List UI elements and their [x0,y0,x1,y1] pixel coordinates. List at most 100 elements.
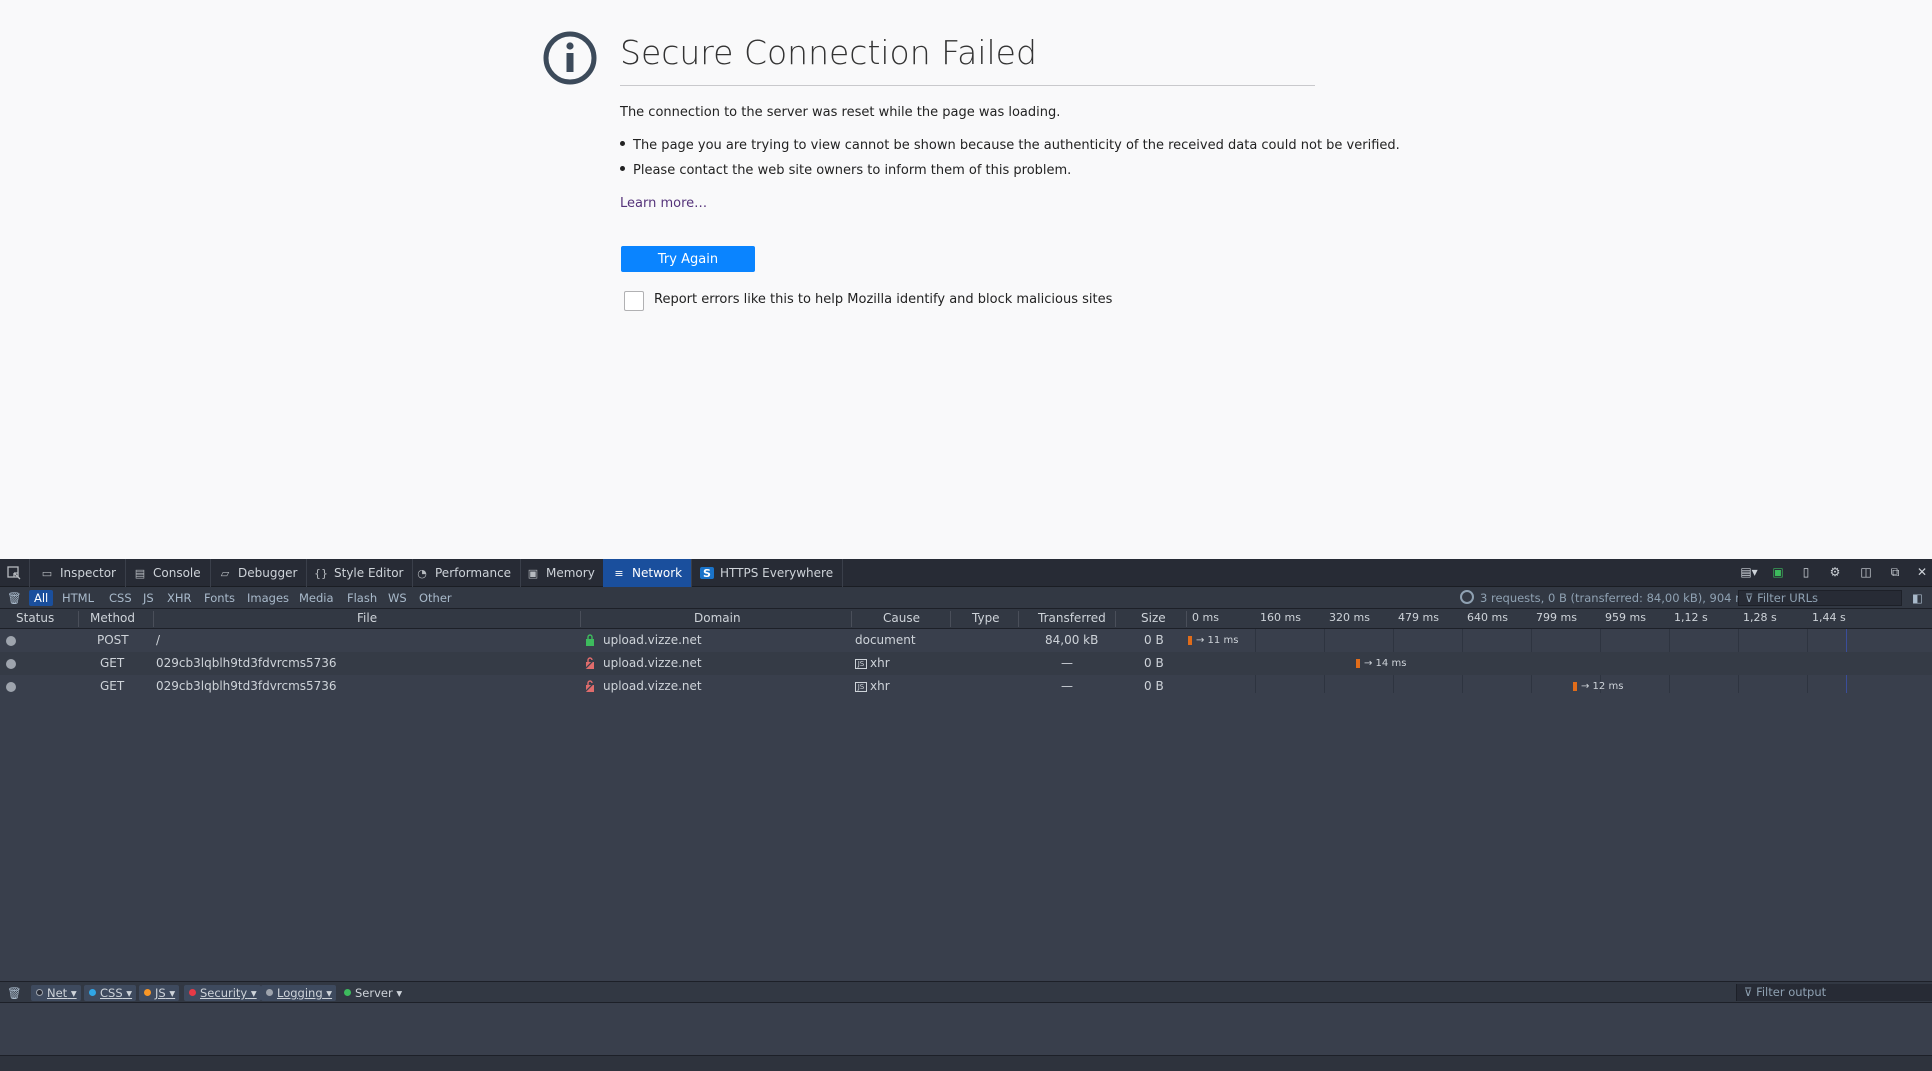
toggle-sidebar-icon[interactable]: ◧ [1910,590,1925,606]
performance-analysis-icon[interactable] [1460,590,1474,604]
status-dot [6,659,16,669]
timeline-tick: 479 ms [1398,611,1439,624]
tab-style-editor[interactable]: {} Style Editor [305,559,414,587]
network-filter-bar: 🗑 All HTML CSS JS XHR Fonts Images Media… [0,587,1932,609]
info-icon [543,31,597,85]
tab-network[interactable]: ≡ Network [603,559,693,587]
filter-css[interactable]: CSS [104,590,137,606]
column-divider [1115,611,1116,627]
logging-dot [266,989,273,996]
filter-flash[interactable]: Flash [342,590,382,606]
element-picker-icon [7,566,21,580]
col-domain[interactable]: Domain [694,611,741,625]
waterfall-timing: → 14 ms [1364,658,1407,669]
col-file[interactable]: File [357,611,377,625]
filter-js[interactable]: JS [138,590,159,606]
request-summary: 3 requests, 0 B (transferred: 84,00 kB),… [1480,591,1753,605]
filter-media[interactable]: Media [294,590,339,606]
filter-html[interactable]: HTML [57,590,99,606]
filter-all[interactable]: All [29,590,54,606]
console-filter-net[interactable]: Net ▾ [31,985,81,1001]
timeline-tick: 0 ms [1192,611,1219,624]
security-dot [189,989,196,996]
filter-label: Net [47,986,68,1000]
report-errors-checkbox[interactable] [624,291,644,311]
filter-urls-input[interactable]: ⊽ Filter URLs [1738,590,1902,606]
table-row[interactable]: GET 029cb3lqblh9td3fdvrcms5736 upload.vi… [0,652,1932,675]
split-console-icon[interactable]: ▤▾ [1740,565,1758,581]
tab-console[interactable]: ▤ Console [124,559,211,587]
waterfall-timing: → 11 ms [1196,635,1239,646]
filter-xhr[interactable]: XHR [162,590,197,606]
console-filter-css[interactable]: CSS ▾ [84,985,137,1001]
tab-https-everywhere[interactable]: S HTTPS Everywhere [691,559,844,587]
timeline-tick: 959 ms [1605,611,1646,624]
tab-label: HTTPS Everywhere [720,566,834,580]
filter-label: Security [200,986,248,1000]
request-transferred: 84,00 kB [1045,633,1099,647]
undock-window-icon[interactable]: ⧉ [1886,565,1904,581]
column-divider [950,611,951,627]
status-dot [6,682,16,692]
request-cause: JS xhr [855,679,890,693]
settings-gear-icon[interactable]: ⚙ [1826,565,1844,581]
filter-fonts[interactable]: Fonts [199,590,240,606]
filter-icon: ⊽ [1744,985,1757,999]
cause-label: xhr [870,679,890,693]
col-type[interactable]: Type [972,611,1000,625]
close-devtools-icon[interactable]: ✕ [1913,565,1931,581]
request-domain: upload.vizze.net [603,633,702,647]
filter-images[interactable]: Images [242,590,294,606]
table-row[interactable]: POST / upload.vizze.net document 84,00 k… [0,629,1932,652]
console-filter-security[interactable]: Security ▾ [184,985,261,1001]
element-picker-button[interactable] [0,559,30,587]
filter-label: JS [155,986,166,1000]
timeline-tick: 799 ms [1536,611,1577,624]
table-row[interactable]: GET 029cb3lqblh9td3fdvrcms5736 upload.vi… [0,675,1932,698]
tab-memory[interactable]: ▣ Memory [517,559,605,587]
status-dot [6,636,16,646]
try-again-button[interactable]: Try Again [621,246,755,272]
dock-side-icon[interactable]: ◫ [1857,565,1875,581]
tab-inspector[interactable]: ▭ Inspector [31,559,126,587]
error-page: Secure Connection Failed The connection … [0,0,1932,559]
filter-label: Server [355,986,393,1000]
request-cause: document [855,633,916,647]
console-filter-logging[interactable]: Logging ▾ [261,985,337,1001]
request-file: / [156,633,161,647]
filter-output-placeholder: Filter output [1756,985,1827,999]
timeline-tick: 160 ms [1260,611,1301,624]
filter-label: CSS [100,986,123,1000]
filter-output-input[interactable]: ⊽ Filter output [1736,984,1932,1001]
clear-console-button[interactable]: 🗑 [4,985,25,1001]
tab-performance[interactable]: ◔ Performance [406,559,522,587]
filter-icon: ⊽ [1745,591,1758,605]
request-method: GET [100,679,125,693]
css-dot [89,989,96,996]
filter-ws[interactable]: WS [383,590,412,606]
error-bullet: The page you are trying to view cannot b… [620,138,1400,153]
column-divider [78,611,79,627]
performance-icon: ◔ [417,566,427,580]
filter-label: Logging [277,986,323,1000]
learn-more-link[interactable]: Learn more… [620,196,707,211]
request-table-header: Status Method File Domain Cause Type Tra… [0,609,1932,629]
console-filter-js[interactable]: JS ▾ [139,985,180,1001]
col-transferred[interactable]: Transferred [1038,611,1106,625]
request-file: 029cb3lqblh9td3fdvrcms5736 [156,679,337,693]
tab-debugger[interactable]: ▱ Debugger [209,559,308,587]
tab-label: Performance [435,566,512,580]
clear-requests-button[interactable]: 🗑 [4,590,25,606]
scratchpad-icon[interactable]: ▣ [1769,565,1787,581]
filter-other[interactable]: Other [414,590,457,606]
col-size[interactable]: Size [1141,611,1166,625]
tab-label: Style Editor [334,566,404,580]
responsive-mode-icon[interactable]: ▯ [1797,565,1815,581]
title-divider [620,85,1315,86]
col-cause[interactable]: Cause [883,611,920,625]
console-filter-server[interactable]: Server ▾ [339,985,406,1001]
col-method[interactable]: Method [90,611,135,625]
console-input[interactable] [0,1055,1932,1071]
col-status[interactable]: Status [16,611,54,625]
request-method: POST [97,633,129,647]
